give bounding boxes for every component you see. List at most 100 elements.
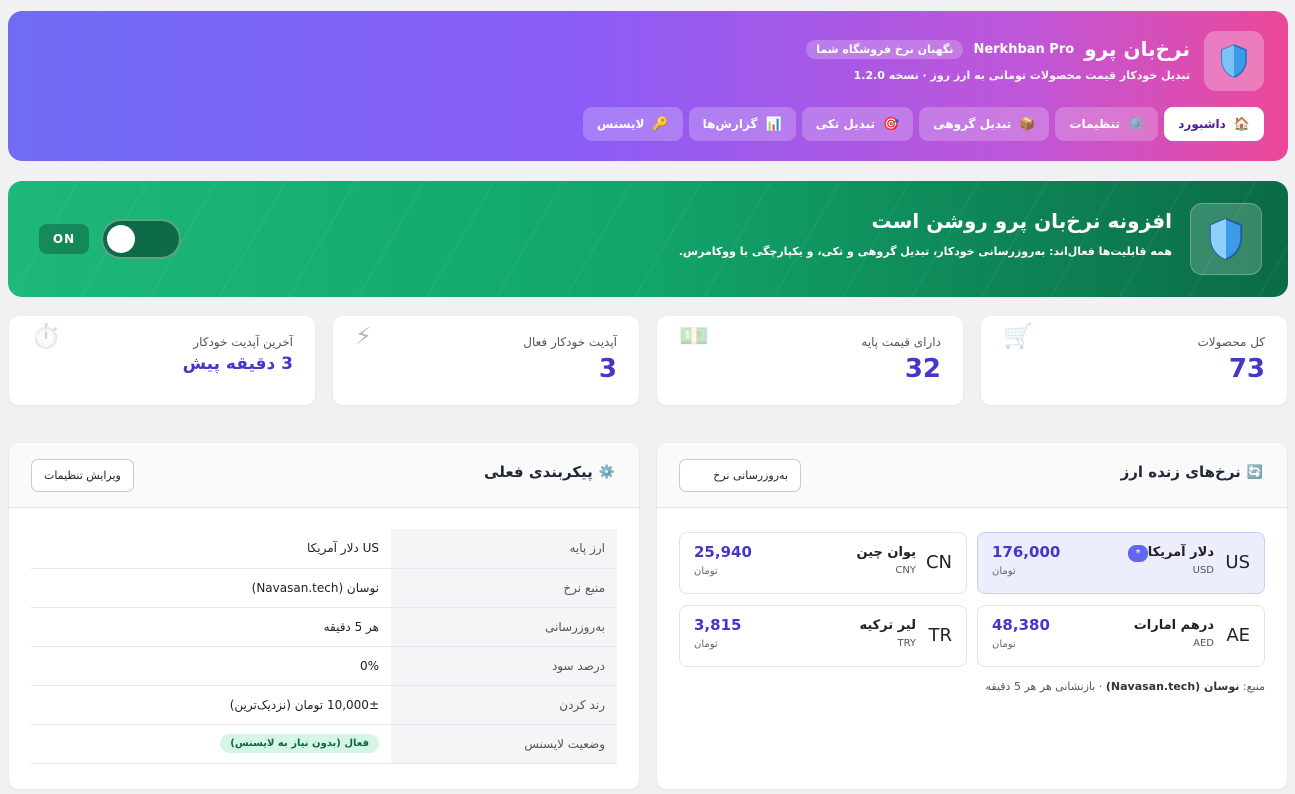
app-title-en: Nerkhban Pro bbox=[973, 41, 1075, 57]
box-icon: 📦 bbox=[1019, 116, 1036, 132]
cart-icon: 🛒 bbox=[1003, 322, 1033, 350]
home-icon: 🏠 bbox=[1233, 116, 1250, 132]
edit-settings-button[interactable]: ویرایش تنظیمات bbox=[31, 459, 134, 492]
app-title: نرخ‌بان پرو bbox=[1084, 37, 1190, 61]
config-key: ارز پایه bbox=[391, 529, 617, 569]
source-prefix: منبع: bbox=[1242, 680, 1265, 693]
refresh-icon: 🔄 bbox=[1246, 464, 1263, 480]
tab-label: گزارش‌ها bbox=[702, 117, 758, 131]
rate-amount: 3,815 bbox=[694, 616, 742, 634]
rate-card-try: TR لیر ترکیه TRY 3,815 تومان bbox=[679, 605, 967, 667]
config-key: منبع نرخ bbox=[391, 568, 617, 608]
panel-header: ⚙️ پیکربندی فعلی ویرایش تنظیمات bbox=[9, 443, 639, 508]
current-config-panel: ⚙️ پیکربندی فعلی ویرایش تنظیمات US دلار … bbox=[9, 443, 639, 789]
tab-label: تبدیل تکی bbox=[815, 117, 875, 131]
config-key: به‌روزرسانی bbox=[391, 607, 617, 647]
stat-auto-update-active: ⚡ آپدیت خودکار فعال 3 bbox=[333, 316, 639, 405]
tab-license[interactable]: 🔑 لایسنس bbox=[582, 107, 683, 141]
config-key: وضعیت لایسنس bbox=[391, 724, 617, 764]
currency-iso: USD bbox=[1192, 565, 1214, 576]
config-value: US دلار آمریکا bbox=[31, 529, 391, 569]
gear-icon: ⚙️ bbox=[1128, 116, 1145, 132]
config-value: 0% bbox=[31, 646, 391, 686]
table-row: US دلار آمریکا ارز پایه bbox=[31, 529, 617, 569]
currency-name: درهم امارات bbox=[1133, 618, 1214, 633]
tab-label: داشبورد bbox=[1178, 117, 1226, 131]
currency-name: دلار آمریکا bbox=[1147, 545, 1214, 560]
rates-source-note: منبع: نوسان (Navasan.tech) · بازنشانی هر… bbox=[986, 680, 1265, 693]
shield-logo-icon bbox=[1204, 31, 1264, 91]
config-value: هر 5 دقیقه bbox=[31, 607, 391, 647]
stopwatch-icon: ⏱️ bbox=[31, 322, 61, 350]
table-row: فعال (بدون نیاز به لایسنس) وضعیت لایسنس bbox=[31, 724, 617, 764]
money-icon: 💵 bbox=[679, 322, 709, 350]
table-row: نوسان (Navasan.tech) منبع نرخ bbox=[31, 568, 617, 608]
plugin-state-label: ON bbox=[39, 224, 89, 254]
app-subtitle: تبدیل خودکار قیمت محصولات تومانی به ارز … bbox=[853, 69, 1190, 82]
rate-card-aed: AE درهم امارات AED 48,380 تومان bbox=[977, 605, 1265, 667]
rate-amount: 25,940 bbox=[694, 543, 752, 561]
currency-iso: AED bbox=[1193, 638, 1214, 649]
rate-amount: 176,000 bbox=[992, 543, 1061, 561]
rate-card-cny: CN یوان چین CNY 25,940 تومان bbox=[679, 532, 967, 594]
plugin-toggle[interactable] bbox=[101, 219, 181, 259]
config-value: 10,000± تومان (نزدیک‌ترین) bbox=[31, 685, 391, 725]
panel-title: 🔄 نرخ‌های زنده ارز bbox=[1121, 463, 1263, 481]
rate-amount: 48,380 bbox=[992, 616, 1050, 634]
tab-label: تبدیل گروهی bbox=[933, 117, 1012, 131]
target-icon: 🎯 bbox=[882, 116, 900, 132]
status-banner: افزونه نرخ‌بان پرو روشن است همه قابلیت‌ه… bbox=[8, 181, 1288, 297]
lightning-icon: ⚡ bbox=[355, 322, 372, 350]
config-value: نوسان (Navasan.tech) bbox=[31, 568, 391, 608]
live-rates-panel: 🔄 نرخ‌های زنده ارز به‌روزرسانی نرخ US دل… bbox=[657, 443, 1287, 789]
source-name: نوسان (Navasan.tech) bbox=[1105, 680, 1240, 693]
currency-name: لیر ترکیه bbox=[859, 618, 916, 633]
shield-icon bbox=[1190, 203, 1262, 275]
stat-label: آپدیت خودکار فعال bbox=[523, 335, 617, 349]
config-value-cell: فعال (بدون نیاز به لایسنس) bbox=[31, 724, 391, 764]
stat-label: کل محصولات bbox=[1197, 335, 1265, 349]
table-row: هر 5 دقیقه به‌روزرسانی bbox=[31, 607, 617, 647]
currency-iso: TRY bbox=[897, 638, 916, 649]
config-table: US دلار آمریکا ارز پایه نوسان (Navasan.t… bbox=[31, 529, 617, 764]
tab-label: لایسنس bbox=[596, 117, 645, 131]
rate-unit: تومان bbox=[992, 566, 1016, 577]
stat-label: آخرین آپدیت خودکار bbox=[193, 335, 293, 349]
tab-single-convert[interactable]: 🎯 تبدیل تکی bbox=[801, 107, 914, 141]
title-row: نرخ‌بان پرو Nerkhban Pro نگهبان نرخ فروش… bbox=[806, 37, 1190, 61]
banner-decoration bbox=[8, 181, 1288, 297]
tab-reports[interactable]: 📊 گزارش‌ها bbox=[688, 107, 796, 141]
tab-dashboard[interactable]: 🏠 داشبورد bbox=[1164, 107, 1264, 141]
table-row: 10,000± تومان (نزدیک‌ترین) رند کردن bbox=[31, 685, 617, 725]
stat-value: 73 bbox=[1228, 354, 1265, 384]
stat-base-price: 💵 دارای قیمت پایه 32 bbox=[657, 316, 963, 405]
key-icon: 🔑 bbox=[652, 116, 669, 132]
stat-value: 32 bbox=[904, 354, 941, 384]
rate-unit: تومان bbox=[694, 566, 718, 577]
rate-unit: تومان bbox=[992, 639, 1016, 650]
config-title: پیکربندی فعلی bbox=[484, 463, 593, 481]
app-header: نرخ‌بان پرو Nerkhban Pro نگهبان نرخ فروش… bbox=[8, 11, 1288, 161]
tab-label: تنظیمات bbox=[1069, 117, 1121, 131]
rate-unit: تومان bbox=[694, 639, 718, 650]
tab-settings[interactable]: ⚙️ تنظیمات bbox=[1055, 107, 1159, 141]
refresh-rates-button[interactable]: به‌روزرسانی نرخ bbox=[679, 459, 801, 492]
app-tagline-badge: نگهبان نرخ فروشگاه شما bbox=[806, 39, 964, 59]
table-row: 0% درصد سود bbox=[31, 646, 617, 686]
currency-code: CN bbox=[925, 552, 952, 573]
rate-card-usd: US دلار آمریکا * USD 176,000 تومان bbox=[977, 532, 1265, 594]
gear-icon: ⚙️ bbox=[598, 464, 615, 480]
stat-value: 3 bbox=[598, 354, 617, 384]
rates-title: نرخ‌های زنده ارز bbox=[1120, 463, 1241, 481]
stat-value: 3 دقیقه پیش bbox=[182, 354, 293, 374]
currency-iso: CNY bbox=[895, 565, 916, 576]
tab-bulk-convert[interactable]: 📦 تبدیل گروهی bbox=[919, 107, 1050, 141]
chart-icon: 📊 bbox=[765, 116, 782, 132]
main-tabs: 🏠 داشبورد ⚙️ تنظیمات 📦 تبدیل گروهی 🎯 تبد… bbox=[582, 107, 1264, 141]
currency-code: US bbox=[1225, 552, 1250, 573]
banner-description: همه قابلیت‌ها فعال‌اند: به‌روزرسانی خودک… bbox=[678, 245, 1172, 258]
currency-code: TR bbox=[928, 625, 952, 646]
config-key: رند کردن bbox=[391, 685, 617, 725]
stat-total-products: 🛒 کل محصولات 73 bbox=[981, 316, 1287, 405]
banner-title: افزونه نرخ‌بان پرو روشن است bbox=[871, 209, 1172, 233]
